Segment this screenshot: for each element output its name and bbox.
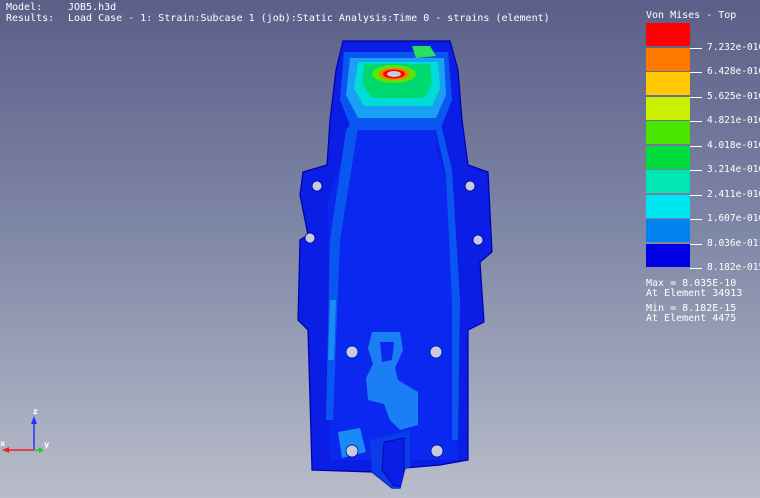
hole-bottom-right — [430, 444, 444, 458]
legend-tick — [690, 47, 702, 49]
legend-tick — [690, 243, 702, 245]
lower-pocket-core — [380, 342, 394, 362]
legend-tick-label: 4.821e-010 — [707, 115, 760, 126]
graphics-viewport[interactable]: Model: JOB5.h3d Results: Load Case - 1: St… — [0, 0, 760, 498]
legend-tick — [690, 145, 702, 147]
legend-tick — [690, 96, 702, 98]
legend-swatch — [646, 219, 690, 242]
legend-tick — [690, 268, 702, 269]
legend-tick — [690, 121, 702, 122]
hole-lower-right — [472, 234, 484, 246]
legend-swatch — [646, 96, 690, 120]
hole-mid-right — [464, 180, 476, 192]
legend-swatch — [646, 121, 690, 144]
legend-swatch — [646, 23, 690, 46]
legend-swatch — [646, 72, 690, 95]
hole-pocket-right — [429, 345, 443, 359]
legend-max-element: At Element 34913 — [646, 288, 743, 299]
legend-swatch — [646, 170, 690, 193]
legend-tick-label: 5.625e-010 — [707, 90, 760, 102]
hole-bottom-left — [345, 444, 359, 458]
y-axis-label: y — [44, 440, 50, 449]
legend-tick — [690, 72, 702, 73]
legend-tick-label: 1.607e-010 — [707, 213, 760, 224]
axis-triad[interactable]: z x y — [0, 400, 60, 460]
z-axis-label: z — [33, 407, 38, 416]
legend-tick-label: 7.232e-010 — [707, 41, 760, 53]
legend-tick-label: 8.182e-015 — [707, 262, 760, 273]
legend-min-element: At Element 4475 — [646, 313, 737, 324]
legend-swatch — [646, 243, 690, 267]
hole-lower-left — [304, 232, 316, 244]
cup-hole — [387, 71, 401, 77]
hole-mid-left — [311, 180, 323, 192]
legend-tick — [690, 194, 702, 196]
legend-swatch — [646, 47, 690, 71]
hole-pocket-left — [345, 345, 359, 359]
legend-title: Von Mises - Top — [646, 10, 737, 21]
x-axis-label: x — [0, 439, 6, 448]
legend-tick — [690, 170, 702, 171]
legend-tick — [690, 219, 702, 220]
legend-tick-label: 2.411e-010 — [707, 188, 760, 200]
legend-tick-label: 3.214e-010 — [707, 164, 760, 175]
stress-contours — [326, 46, 460, 488]
legend-tick-label: 6.428e-010 — [707, 66, 760, 77]
legend-swatch — [646, 194, 690, 218]
legend-tick-label: 4.018e-010 — [707, 139, 760, 151]
legend-swatch — [646, 145, 690, 169]
z-axis-arrow — [31, 416, 37, 424]
part-body[interactable] — [297, 40, 493, 489]
legend-tick-label: 8.036e-011 — [707, 237, 760, 249]
